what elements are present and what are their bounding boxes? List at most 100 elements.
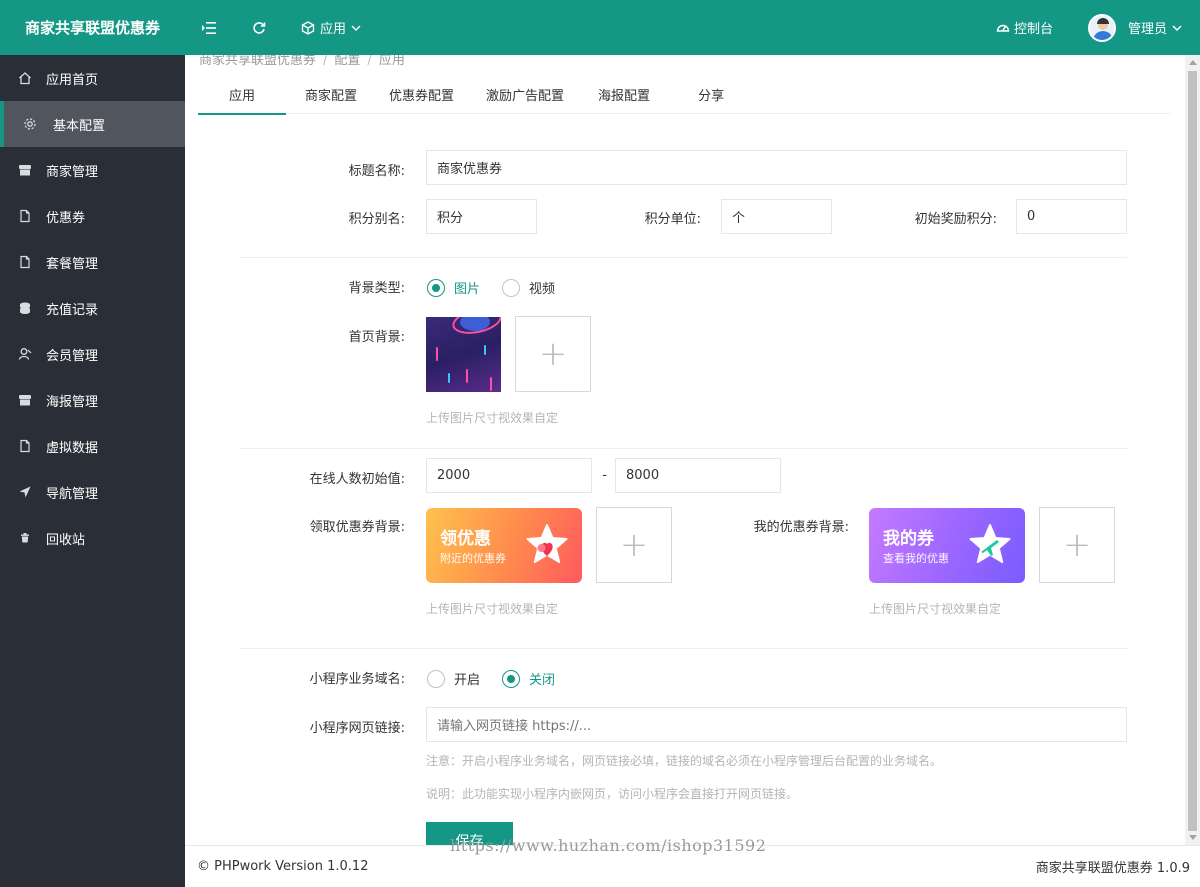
home-bg-label: 首页背景: <box>348 330 405 345</box>
dashboard-icon <box>996 24 1010 32</box>
sidebar-item-basic-config[interactable]: 基本配置 <box>0 101 185 147</box>
bg-type-video-radio[interactable]: 视频 <box>502 278 555 297</box>
sidebar-toggle-button[interactable] <box>202 0 216 55</box>
user-menu[interactable]: 管理员 <box>1088 0 1182 55</box>
file-icon <box>17 254 33 270</box>
my-bg-thumbnail[interactable]: 我的券 查看我的优惠 <box>869 508 1025 583</box>
tab-app[interactable]: 应用 <box>198 75 286 115</box>
upload-hint: 上传图片尺寸视效果自定 <box>426 602 559 616</box>
radio-label: 视频 <box>529 282 556 297</box>
sidebar-item-coupons[interactable]: 优惠券 <box>0 193 185 239</box>
file-icon <box>17 438 33 454</box>
top-header: 商家共享联盟优惠券 应用 控制台 管理员 <box>0 0 1200 55</box>
domain-label: 小程序业务域名: <box>309 672 405 687</box>
online-min-input[interactable]: 2000 <box>426 458 592 493</box>
points-alias-label: 积分别名: <box>348 212 405 227</box>
tab-ad-config[interactable]: 激励广告配置 <box>470 75 580 114</box>
location-arrow-icon <box>17 484 33 500</box>
sidebar-item-label: 套餐管理 <box>46 256 99 272</box>
sidebar-item-home[interactable]: 应用首页 <box>0 55 185 101</box>
sidebar-item-label: 导航管理 <box>46 486 99 502</box>
online-max-input[interactable]: 8000 <box>615 458 781 493</box>
breadcrumb-item: 应用 <box>378 55 405 68</box>
points-unit-label: 积分单位: <box>644 212 701 227</box>
refresh-button[interactable] <box>252 0 266 55</box>
sidebar-item-virtual-data[interactable]: 虚拟数据 <box>0 423 185 469</box>
tab-merchant-config[interactable]: 商家配置 <box>289 75 373 114</box>
link-input[interactable]: 请输入网页链接 https://... <box>426 707 1127 742</box>
radio-dot <box>427 278 445 297</box>
radio-dot <box>502 669 520 688</box>
sidebar-item-label: 优惠券 <box>46 210 86 226</box>
divider <box>240 257 1127 258</box>
sidebar: 应用首页 基本配置 商家管理 优惠券 套餐管理 充值记录 会员管理 海报管理 虚… <box>0 55 185 887</box>
home-bg-upload-button[interactable]: + <box>515 316 591 392</box>
tab-poster-config[interactable]: 海报配置 <box>582 75 666 114</box>
tab-share[interactable]: 分享 <box>682 75 740 114</box>
domain-note: 注意：开启小程序业务域名，网页链接必填，链接的域名必须在小程序管理后台配置的业务… <box>426 754 943 768</box>
sidebar-item-label: 会员管理 <box>46 348 99 364</box>
scrollbar[interactable] <box>1185 55 1200 845</box>
scroll-up-icon[interactable] <box>1189 60 1197 65</box>
upload-hint: 上传图片尺寸视效果自定 <box>869 602 1002 616</box>
scroll-thumb[interactable] <box>1188 71 1197 831</box>
claim-bg-label: 领取优惠券背景: <box>309 520 405 535</box>
sidebar-item-label: 基本配置 <box>53 118 106 134</box>
sidebar-item-recharge[interactable]: 充值记录 <box>0 285 185 331</box>
sidebar-item-label: 充值记录 <box>46 302 99 318</box>
chevron-down-icon <box>351 24 361 31</box>
tab-coupon-config[interactable]: 优惠券配置 <box>373 75 470 114</box>
link-label: 小程序网页链接: <box>309 721 405 736</box>
star-heart-icon <box>524 522 570 568</box>
banner-subtitle: 查看我的优惠 <box>883 552 949 565</box>
points-alias-input[interactable]: 积分 <box>426 199 537 234</box>
gear-icon <box>22 116 38 132</box>
footer-app-version: 商家共享联盟优惠券 1.0.9 <box>1035 861 1190 876</box>
scroll-down-icon[interactable] <box>1189 835 1197 840</box>
initial-points-input[interactable]: 0 <box>1016 199 1127 234</box>
function-note: 说明：此功能实现小程序内嵌网页，访问小程序会直接打开网页链接。 <box>426 787 799 801</box>
sidebar-item-label: 回收站 <box>46 532 86 548</box>
home-bg-thumbnail[interactable] <box>426 317 501 392</box>
sidebar-item-navigation[interactable]: 导航管理 <box>0 469 185 515</box>
radio-label: 关闭 <box>529 673 556 688</box>
store-icon <box>17 392 33 408</box>
dashboard-link[interactable]: 控制台 <box>996 0 1053 55</box>
range-separator: - <box>602 468 607 483</box>
online-count-label: 在线人数初始值: <box>309 472 405 487</box>
sidebar-item-merchants[interactable]: 商家管理 <box>0 147 185 193</box>
chevron-down-icon <box>1172 24 1182 31</box>
title-input[interactable]: 商家优惠券 <box>426 150 1127 185</box>
claim-bg-thumbnail[interactable]: 领优惠 附近的优惠券 <box>426 508 582 583</box>
my-bg-upload-button[interactable]: + <box>1039 507 1115 583</box>
config-tabs: 应用 商家配置 优惠券配置 激励广告配置 海报配置 分享 <box>198 75 1170 115</box>
banner-title: 领优惠 <box>440 529 491 549</box>
sidebar-item-label: 应用首页 <box>46 72 99 88</box>
plus-icon: + <box>538 334 568 374</box>
sidebar-item-posters[interactable]: 海报管理 <box>0 377 185 423</box>
domain-on-radio[interactable]: 开启 <box>427 669 480 688</box>
trash-icon <box>17 530 33 546</box>
app-title: 商家共享联盟优惠券 <box>24 19 160 37</box>
apps-menu[interactable]: 应用 <box>301 0 361 55</box>
divider <box>240 448 1127 449</box>
breadcrumb: 商家共享联盟优惠券 / 配置 / 应用 <box>199 55 405 68</box>
file-icon <box>17 208 33 224</box>
breadcrumb-item[interactable]: 商家共享联盟优惠券 <box>199 55 316 68</box>
sidebar-item-members[interactable]: 会员管理 <box>0 331 185 377</box>
bg-type-image-radio[interactable]: 图片 <box>427 278 480 297</box>
apps-menu-label: 应用 <box>320 22 347 37</box>
bg-type-label: 背景类型: <box>348 281 405 296</box>
sidebar-item-recycle-bin[interactable]: 回收站 <box>0 515 185 561</box>
sidebar-item-packages[interactable]: 套餐管理 <box>0 239 185 285</box>
watermark-text: https://www.huzhan.com/ishop31592 <box>450 836 767 855</box>
radio-dot <box>502 278 520 297</box>
claim-bg-upload-button[interactable]: + <box>596 507 672 583</box>
breadcrumb-item[interactable]: 配置 <box>334 55 360 68</box>
domain-off-radio[interactable]: 关闭 <box>502 669 555 688</box>
radio-label: 开启 <box>454 673 481 688</box>
plus-icon: + <box>619 525 649 565</box>
points-unit-input[interactable]: 个 <box>721 199 832 234</box>
sidebar-item-label: 海报管理 <box>46 394 99 410</box>
sidebar-item-label: 商家管理 <box>46 164 99 180</box>
